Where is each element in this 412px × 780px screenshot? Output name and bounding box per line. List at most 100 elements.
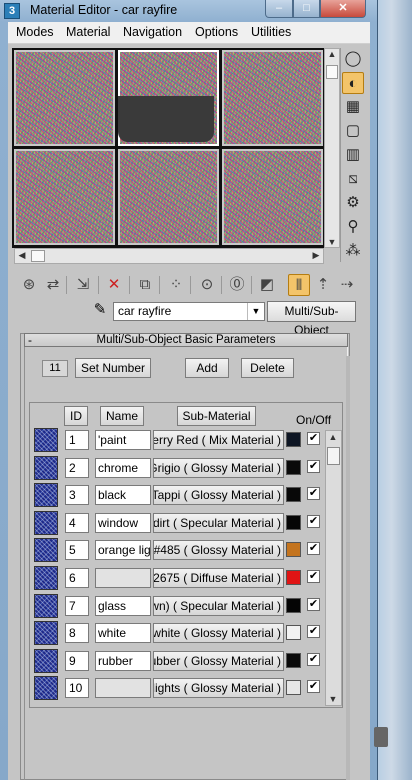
color-swatch[interactable] [286, 459, 301, 475]
go-parent-icon[interactable]: ⇡ [312, 274, 334, 296]
get-material-icon[interactable]: ⊛ [18, 274, 40, 296]
id-field[interactable]: 8 [65, 623, 89, 644]
submaterial-thumbnail[interactable] [34, 428, 58, 452]
id-field[interactable]: 1 [65, 430, 89, 450]
list-scrollbar[interactable]: ▲ ▼ [325, 430, 342, 706]
scroll-up-icon[interactable]: ▲ [325, 49, 339, 59]
submaterial-button[interactable]: Tappi ( Glossy Material ) [153, 485, 284, 506]
scroll-thumb[interactable] [326, 65, 338, 79]
color-swatch[interactable] [286, 597, 301, 613]
name-field[interactable] [95, 568, 151, 588]
on-off-checkbox[interactable]: ✔ [307, 570, 320, 583]
menu-utilities[interactable]: Utilities [251, 25, 291, 39]
id-field[interactable]: 3 [65, 485, 89, 506]
add-button[interactable]: Add [185, 358, 229, 378]
submaterial-thumbnail[interactable] [34, 676, 58, 701]
name-field[interactable]: chrome [95, 457, 151, 478]
material-count-field[interactable]: 11 [42, 360, 68, 377]
video-check-icon[interactable]: ▥ [342, 144, 364, 166]
scroll-left-icon[interactable]: ◀ [15, 250, 29, 261]
id-field[interactable]: 2 [65, 457, 89, 478]
show-end-result-icon[interactable]: ⫴ [288, 274, 310, 296]
sample-slot[interactable] [118, 149, 219, 245]
reset-icon[interactable]: ✕ [103, 274, 125, 296]
sample-slot[interactable] [14, 50, 115, 146]
on-off-checkbox[interactable]: ✔ [307, 542, 320, 556]
on-off-checkbox[interactable]: ✔ [307, 459, 320, 473]
material-map-navigator-icon[interactable]: ⁂ [342, 240, 364, 262]
submaterial-thumbnail[interactable] [34, 566, 58, 590]
color-swatch[interactable] [286, 680, 301, 696]
close-button[interactable]: ✕ [320, 0, 366, 18]
id-field[interactable]: 9 [65, 650, 89, 671]
menu-modes[interactable]: Modes [16, 25, 54, 39]
submaterial-thumbnail[interactable] [34, 593, 58, 618]
id-field[interactable]: 10 [65, 678, 89, 699]
submaterial-button[interactable]: o Grigio ( Glossy Material ) [153, 457, 284, 478]
on-off-checkbox[interactable]: ✔ [307, 680, 320, 694]
submaterial-button[interactable]: w dirt ( Specular Material ) [153, 512, 284, 533]
menu-options[interactable]: Options [195, 25, 238, 39]
scroll-down-icon[interactable]: ▼ [326, 694, 340, 704]
color-swatch[interactable] [286, 514, 301, 530]
id-field[interactable]: 7 [65, 595, 89, 616]
name-field[interactable]: 'paint [95, 430, 151, 450]
menu-navigation[interactable]: Navigation [123, 25, 182, 39]
on-off-checkbox[interactable]: ✔ [307, 487, 320, 501]
submaterial-button[interactable]: rubber ( Glossy Material ) [153, 650, 284, 671]
color-swatch[interactable] [286, 432, 301, 447]
scroll-thumb[interactable] [31, 250, 45, 262]
uv-tiling-icon[interactable]: ▢ [342, 120, 364, 142]
make-preview-icon[interactable]: ⧅ [342, 168, 364, 190]
id-field[interactable]: 6 [65, 568, 89, 588]
submaterial-button[interactable]: #485 ( Glossy Material ) [153, 540, 284, 561]
list-scroll-thumb[interactable] [327, 447, 340, 465]
options-icon[interactable]: ⚙ [342, 192, 364, 214]
collapse-icon[interactable]: - [28, 333, 32, 347]
set-number-button[interactable]: Set Number [75, 358, 151, 378]
name-column-header[interactable]: Name [100, 406, 144, 426]
rollout-header[interactable]: Multi/Sub-Object Basic Parameters [24, 333, 348, 347]
slots-vertical-scrollbar[interactable]: ▲ ▼ [324, 48, 340, 248]
name-field[interactable]: glass [95, 595, 151, 616]
submaterial-button[interactable]: 12675 ( Diffuse Material ) [153, 568, 284, 588]
on-off-checkbox[interactable]: ✔ [307, 432, 320, 445]
name-field[interactable]: black [95, 485, 151, 506]
eyedropper-icon[interactable]: ✎ [90, 300, 110, 320]
unique-icon[interactable]: ⁘ [165, 274, 187, 296]
name-field[interactable]: white [95, 623, 151, 644]
submaterial-thumbnail[interactable] [34, 455, 58, 480]
slots-horizontal-scrollbar[interactable]: ◀ ▶ [14, 248, 324, 264]
id-field[interactable]: 5 [65, 540, 89, 561]
library-icon[interactable]: ⊙ [196, 274, 218, 296]
scroll-down-icon[interactable]: ▼ [325, 237, 339, 247]
put-to-scene-icon[interactable]: ⇄ [42, 274, 64, 296]
assign-icon[interactable]: ⇲ [72, 274, 94, 296]
submaterial-button[interactable]: own) ( Specular Material ) [153, 595, 284, 616]
submaterial-column-header[interactable]: Sub-Material [177, 406, 256, 426]
scroll-right-icon[interactable]: ▶ [309, 250, 323, 261]
backlight-icon[interactable]: ◐ [342, 72, 364, 94]
color-swatch[interactable] [286, 487, 301, 503]
background-icon[interactable]: ▦ [342, 96, 364, 118]
name-field[interactable]: window [95, 512, 151, 533]
effects-channel-icon[interactable]: ⓪ [226, 274, 248, 296]
material-name-field[interactable]: car rayfire [113, 302, 265, 321]
copy-icon[interactable]: ⧉ [134, 274, 156, 296]
submaterial-thumbnail[interactable] [34, 621, 58, 646]
name-field[interactable]: orange light [95, 540, 151, 561]
title-bar[interactable]: 3 Material Editor - car rayfire – □ ✕ [0, 0, 378, 22]
sample-slot[interactable] [222, 50, 323, 146]
on-off-checkbox[interactable]: ✔ [307, 514, 320, 528]
name-field[interactable]: rubber [95, 650, 151, 671]
show-map-icon[interactable]: ◩ [256, 274, 278, 296]
on-off-checkbox[interactable]: ✔ [307, 597, 320, 611]
material-type-button[interactable]: Multi/Sub-Object [267, 301, 356, 337]
color-swatch[interactable] [286, 542, 301, 558]
submaterial-thumbnail[interactable] [34, 648, 58, 673]
maximize-button[interactable]: □ [293, 0, 320, 18]
id-field[interactable]: 4 [65, 512, 89, 533]
submaterial-button[interactable]: white ( Glossy Material ) [153, 623, 284, 644]
sample-slot[interactable] [222, 149, 323, 245]
sample-type-icon[interactable]: ◯ [342, 48, 364, 70]
